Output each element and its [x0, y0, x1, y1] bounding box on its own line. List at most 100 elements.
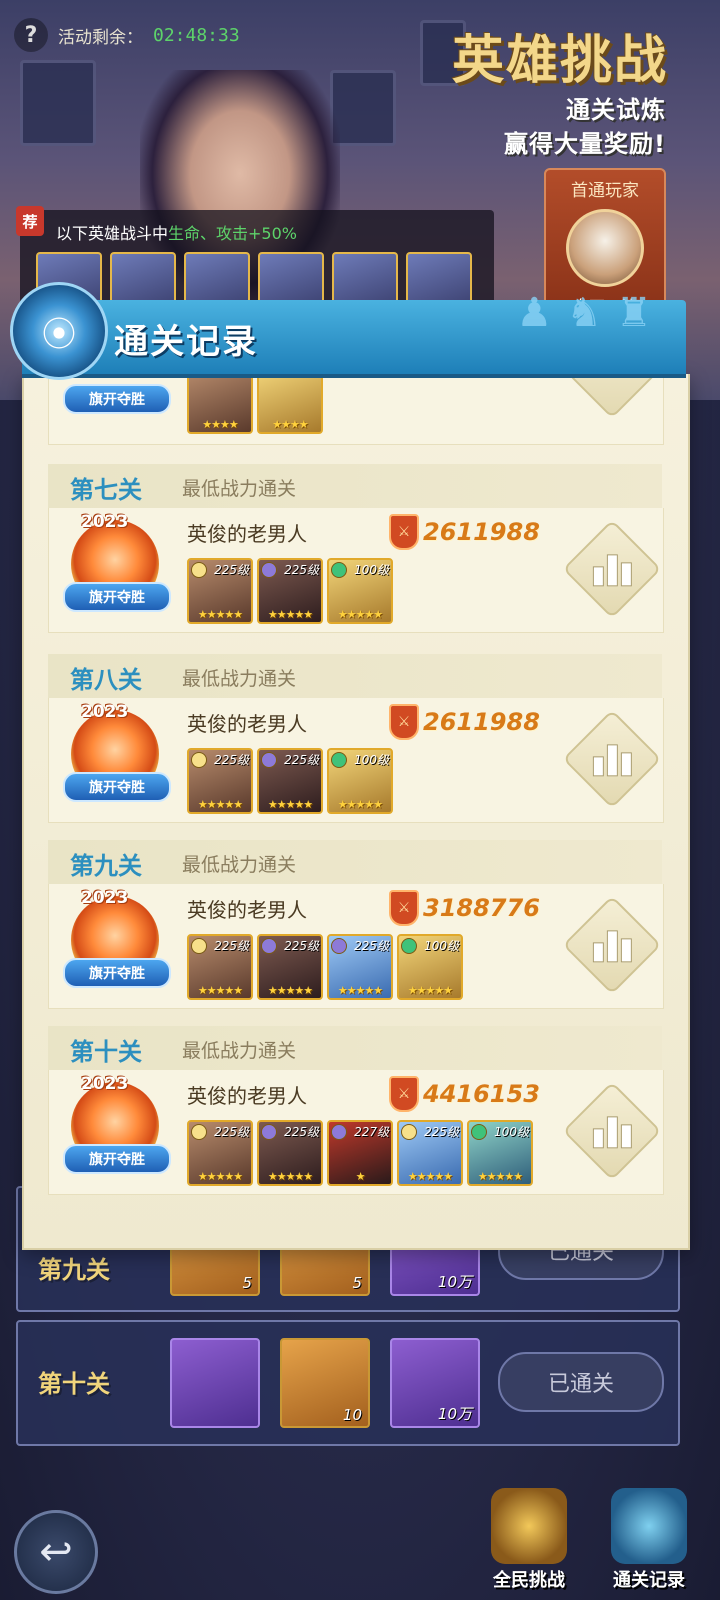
power-shield-icon: ⚔	[389, 514, 419, 550]
power-value: 2611988	[423, 518, 540, 546]
hero-portrait[interactable]: 225级 ★★★★★	[257, 934, 323, 1000]
cleared-button[interactable]: 已通关	[498, 1352, 664, 1412]
ranking-button[interactable]	[562, 374, 662, 419]
nav-records[interactable]: 通关记录	[594, 1488, 704, 1592]
event-title: 英雄挑战	[451, 30, 668, 91]
hero-stars: ★★★★★	[197, 984, 243, 997]
hero-portrait[interactable]: 225级 ★★★★★	[257, 748, 323, 814]
reward-count: 5	[242, 1274, 252, 1292]
hero-lineup: 225级 ★★★★★ 225级 ★★★★★ 227级 ★ 225级 ★★★★★ 100级…	[187, 1120, 533, 1186]
hero-portrait[interactable]: 225级 ★★★★★	[187, 934, 253, 1000]
hero-portrait[interactable]: 225级 ★★★★★	[187, 748, 253, 814]
event-subtitle-2: 赢得大量奖励!	[504, 130, 666, 158]
champion-badge: 2023 旗开夺胜	[63, 888, 171, 992]
ranking-button[interactable]	[562, 895, 662, 995]
hero-level: 225级	[354, 939, 389, 953]
power-display: ⚔ 3188776	[389, 890, 540, 926]
hero-portrait[interactable]: ★★★★	[257, 374, 323, 434]
back-icon[interactable]: ↩	[14, 1510, 98, 1594]
hero-level: 100级	[354, 563, 389, 577]
reward-count: 10万	[437, 1273, 472, 1291]
hero-portrait[interactable]: 225级 ★★★★★	[257, 1120, 323, 1186]
badge-ribbon: 旗开夺胜	[63, 1144, 171, 1174]
hero-stars: ★★★★★	[267, 608, 313, 621]
hero-portrait[interactable]: 100级 ★★★★★	[467, 1120, 533, 1186]
hero-portrait[interactable]: 225级 ★★★★★	[397, 1120, 463, 1186]
hero-level: 100级	[354, 753, 389, 767]
hero-portrait[interactable]: 225级 ★★★★★	[327, 934, 393, 1000]
hero-level: 225级	[284, 563, 319, 577]
hero-stars: ★★★★★	[337, 798, 383, 811]
power-shield-icon: ⚔	[389, 704, 419, 740]
ranking-button[interactable]	[562, 709, 662, 809]
hero-lineup: 225级 ★★★★★ 225级 ★★★★★ 100级 ★★★★★	[187, 558, 393, 624]
power-shield-icon: ⚔	[389, 890, 419, 926]
records-emblem-icon: ⦿	[10, 282, 108, 380]
timer-label: 活动剩余：	[58, 27, 143, 48]
hero-portrait[interactable]: 227级 ★	[327, 1120, 393, 1186]
hero-level: 225级	[424, 1125, 459, 1139]
hero-portrait[interactable]: 100级 ★★★★★	[397, 934, 463, 1000]
event-subtitle-1: 通关试炼	[566, 96, 666, 124]
hero-stars: ★★★★	[272, 418, 308, 431]
faction-icon	[471, 1124, 487, 1140]
hero-portrait[interactable]: 100级 ★★★★★	[327, 558, 393, 624]
hero-portrait[interactable]: 100级 ★★★★★	[327, 748, 393, 814]
ranking-button[interactable]	[562, 519, 662, 619]
hero-level: 225级	[214, 563, 249, 577]
record-body: 2023 旗开夺胜 英俊的老男人 ⚔ 3188776 225级 ★★★★★ 225…	[48, 884, 664, 1009]
power-display: ⚔ 2611988	[389, 704, 540, 740]
record-header: 第七关 最低战力通关	[48, 464, 662, 509]
hero-stars: ★★★★★	[267, 1170, 313, 1183]
background-window	[20, 60, 96, 146]
faction-icon	[331, 1124, 347, 1140]
player-name: 英俊的老男人	[187, 522, 307, 546]
hero-stars: ★★★★★	[337, 608, 383, 621]
reward-row: 第十关 10 10万 已通关	[16, 1320, 680, 1446]
reward-item[interactable]: 10	[280, 1338, 370, 1428]
reward-count: 10	[342, 1406, 362, 1424]
record-card: 第十关 最低战力通关 2023 旗开夺胜 英俊的老男人 ⚔ 4416153 22…	[48, 1026, 664, 1195]
hero-stars: ★★★★	[202, 418, 238, 431]
reward-item[interactable]	[170, 1338, 260, 1428]
hero-stars: ★★★★★	[197, 1170, 243, 1183]
hero-portrait[interactable]: ★★★★	[187, 374, 253, 434]
hero-stars: ★★★★★	[267, 798, 313, 811]
badge-year: 2023	[81, 888, 129, 908]
power-value: 2611988	[423, 708, 540, 736]
hero-level: 100级	[494, 1125, 529, 1139]
hero-portrait[interactable]: 225级 ★★★★★	[187, 558, 253, 624]
recommend-tag: 荐	[16, 206, 44, 236]
champion-badge: 2023 旗开夺胜	[63, 512, 171, 616]
hero-lineup: 225级 ★★★★★ 225级 ★★★★★ 100级 ★★★★★	[187, 748, 393, 814]
badge-ribbon: 旗开夺胜	[63, 582, 171, 612]
faction-icon	[401, 938, 417, 954]
hero-level: 225级	[284, 939, 319, 953]
bar-chart-icon	[592, 928, 632, 963]
ranking-button[interactable]	[562, 1081, 662, 1181]
hero-stars: ★★★★★	[477, 1170, 523, 1183]
first-clear-label: 首通玩家	[571, 181, 639, 201]
record-stage: 第九关	[70, 852, 142, 880]
hero-stars: ★★★★★	[197, 608, 243, 621]
hero-stars: ★★★★★	[407, 984, 453, 997]
power-value: 3188776	[423, 894, 540, 922]
bar-chart-icon	[592, 552, 632, 587]
faction-icon	[261, 1124, 277, 1140]
hero-level: 225级	[284, 1125, 319, 1139]
partial-record: 旗开夺胜 ★★★★ ★★★★	[48, 374, 664, 445]
hero-portrait[interactable]: 225级 ★★★★★	[187, 1120, 253, 1186]
exclamation-icon	[611, 1488, 687, 1564]
help-icon[interactable]: ?	[14, 18, 48, 52]
hero-stars: ★	[355, 1170, 366, 1183]
badge-year: 2023	[81, 702, 129, 722]
nav-all-challenge[interactable]: 全民挑战	[474, 1488, 584, 1592]
hero-portrait[interactable]: 225级 ★★★★★	[257, 558, 323, 624]
record-stage: 第十关	[70, 1038, 142, 1066]
records-list[interactable]: 旗开夺胜 ★★★★ ★★★★ 第七关 最低战力通关 2023 旗开夺胜 英俊的老…	[22, 374, 690, 1250]
record-subtitle: 最低战力通关	[182, 1040, 297, 1062]
reward-item[interactable]: 10万	[390, 1338, 480, 1428]
badge-year: 2023	[81, 512, 129, 532]
hero-lineup: 225级 ★★★★★ 225级 ★★★★★ 225级 ★★★★★ 100级 ★★★★★	[187, 934, 463, 1000]
record-subtitle: 最低战力通关	[182, 668, 297, 690]
